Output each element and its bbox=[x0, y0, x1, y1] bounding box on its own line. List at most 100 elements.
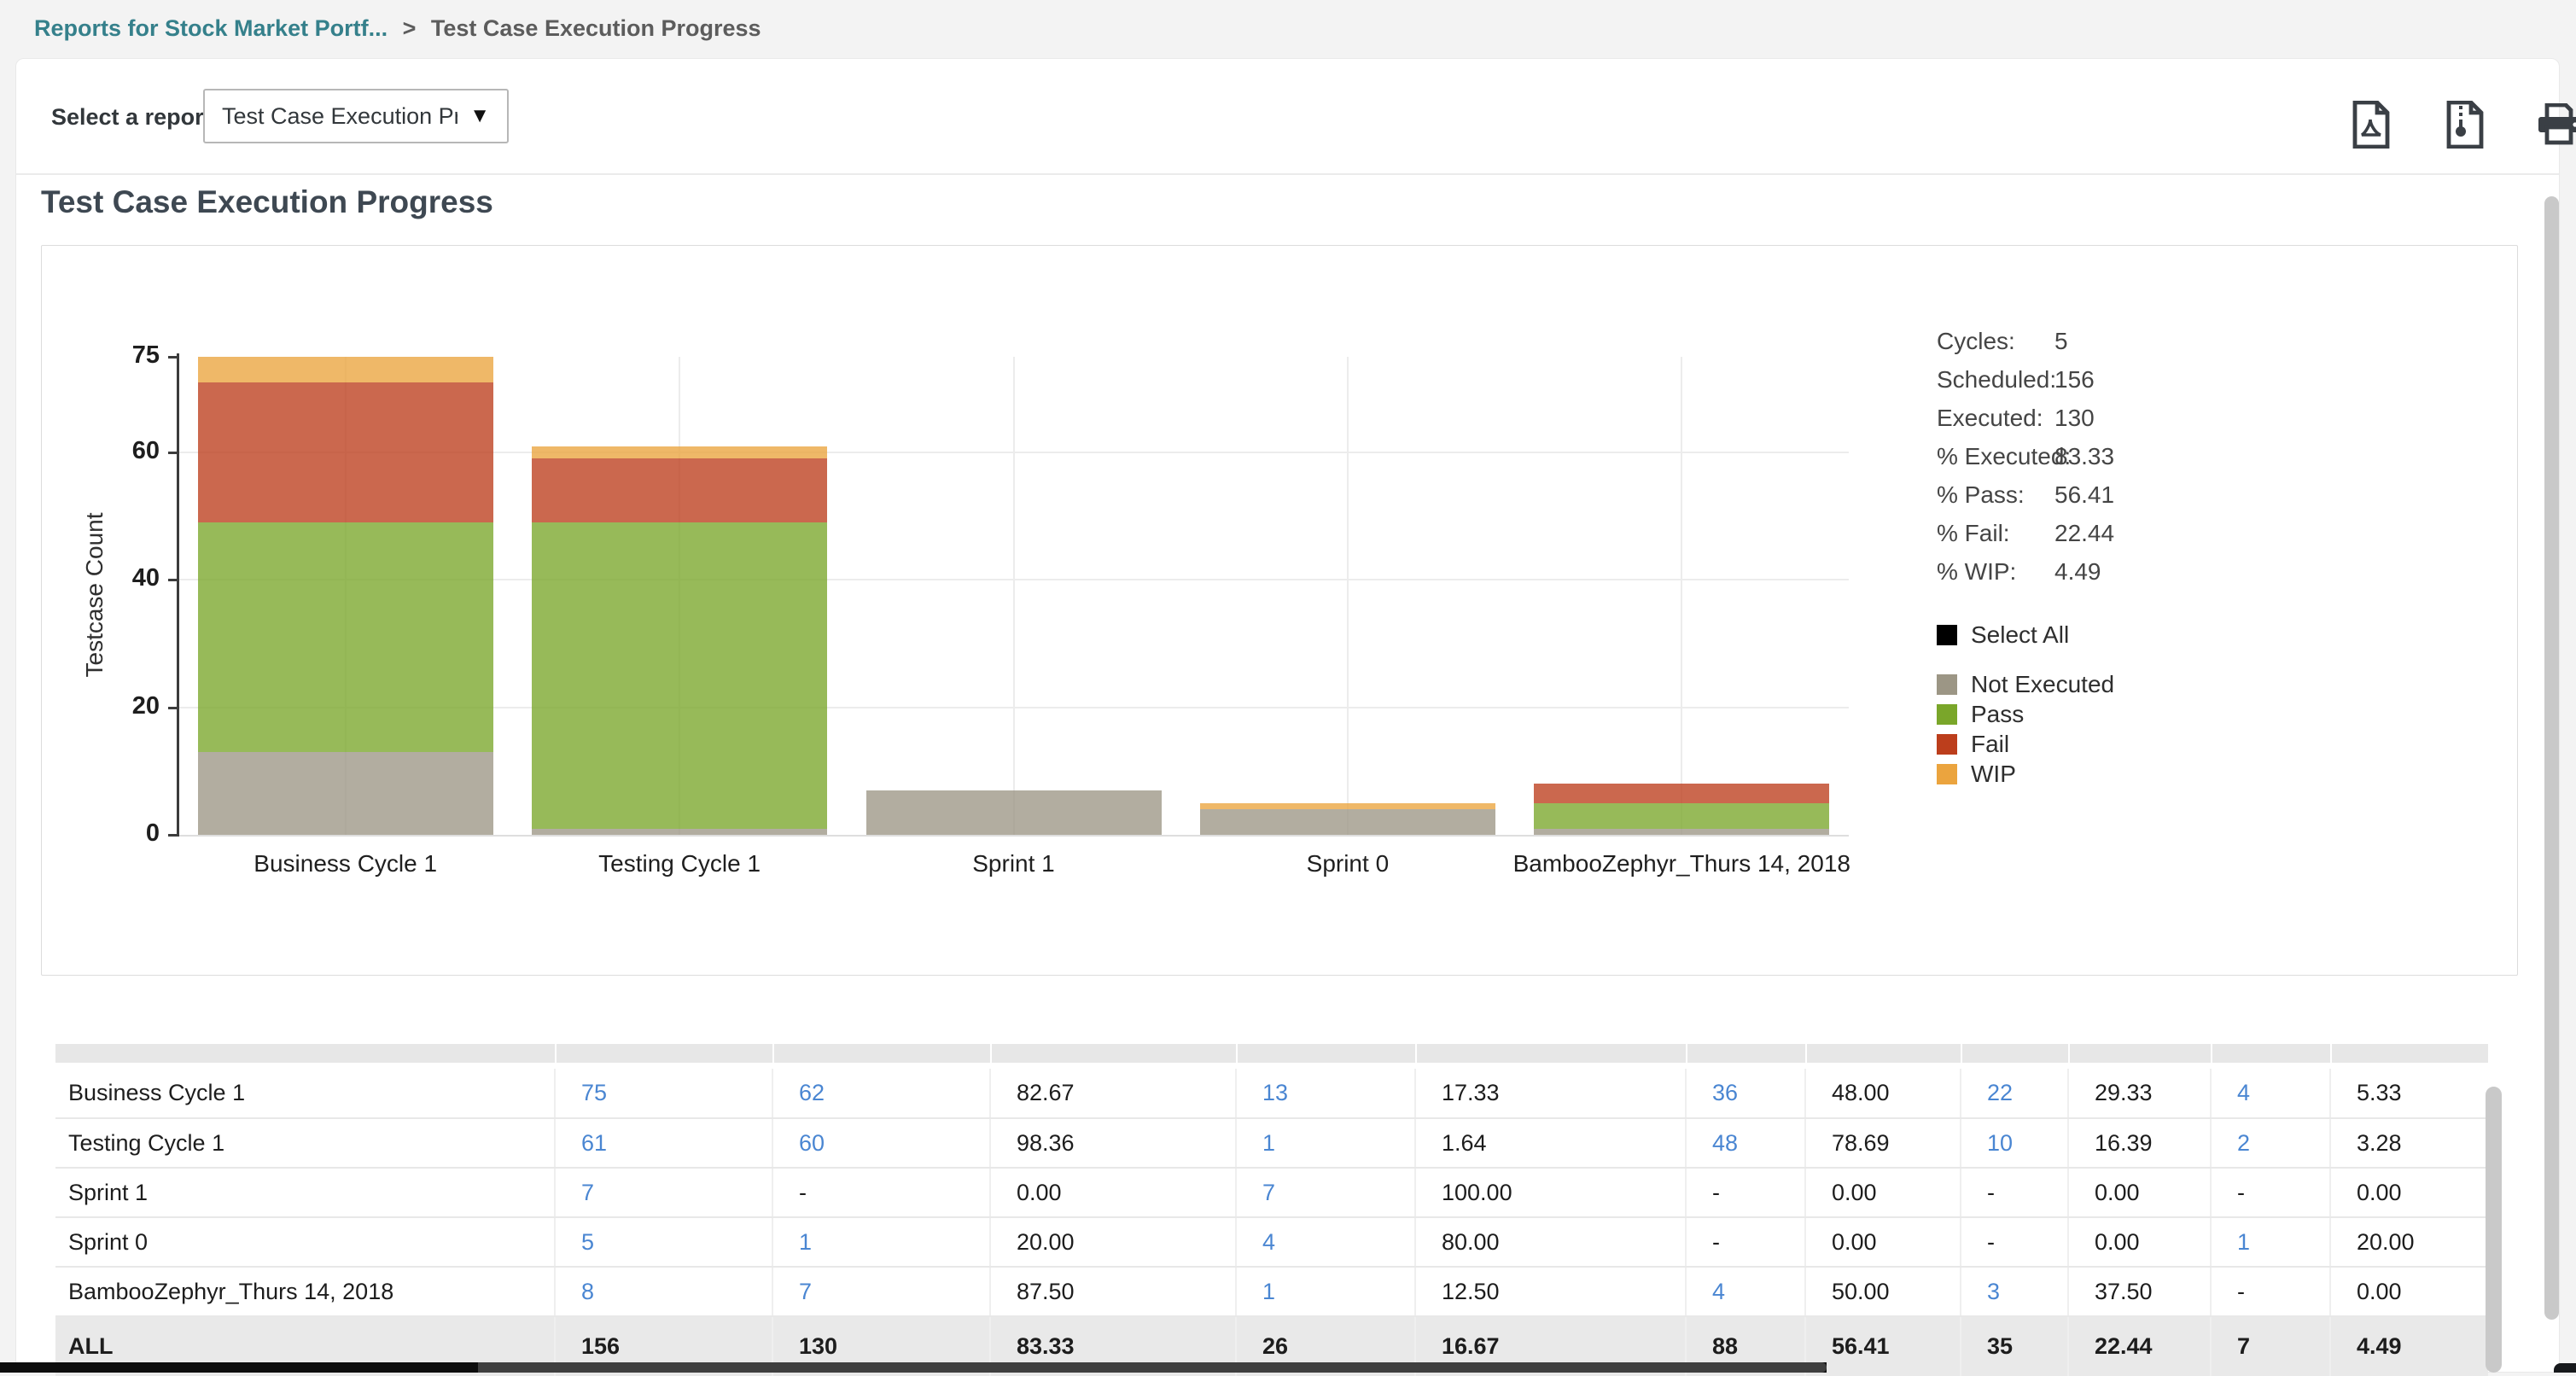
bar-not-executed[interactable] bbox=[1200, 809, 1495, 835]
legend-select-all[interactable]: Select All bbox=[1937, 621, 2114, 649]
count-link[interactable]: 1 bbox=[799, 1229, 812, 1255]
count-link[interactable]: 3 bbox=[1987, 1279, 2000, 1304]
value-cell: 37.50 bbox=[2068, 1267, 2211, 1316]
gridline-v bbox=[1013, 357, 1015, 835]
count-link[interactable]: 7 bbox=[1262, 1180, 1275, 1205]
stat-row: Executed:130 bbox=[1937, 405, 2071, 443]
y-tick-label: 20 bbox=[100, 692, 160, 720]
export-zip-button[interactable] bbox=[2441, 101, 2489, 149]
count-link[interactable]: 4 bbox=[1262, 1229, 1275, 1255]
bar-fail[interactable] bbox=[532, 458, 827, 522]
bar-pass[interactable] bbox=[1534, 803, 1829, 829]
value-cell: 1 bbox=[2211, 1217, 2330, 1267]
count-link[interactable]: 4 bbox=[1712, 1279, 1725, 1304]
count-link[interactable]: 22 bbox=[1987, 1080, 2013, 1105]
table-row: Testing Cycle 1616098.3611.644878.691016… bbox=[55, 1118, 2488, 1168]
bar-not-executed[interactable] bbox=[866, 790, 1162, 835]
table-horizontal-scrollbar[interactable] bbox=[0, 1362, 1827, 1373]
count-link[interactable]: 75 bbox=[581, 1080, 607, 1105]
value-cell: 56.41 bbox=[1805, 1316, 1961, 1376]
select-all-checkbox[interactable] bbox=[1937, 625, 1957, 645]
table-header-cell bbox=[557, 1044, 772, 1063]
stat-label: % Fail: bbox=[1937, 520, 2010, 546]
value-cell: 0.00 bbox=[1805, 1168, 1961, 1217]
count-link[interactable]: 61 bbox=[581, 1130, 607, 1156]
value-cell: 10 bbox=[1961, 1118, 2068, 1168]
value-cell: - bbox=[1686, 1217, 1805, 1267]
y-tick-label: 60 bbox=[100, 437, 160, 465]
bar-wip[interactable] bbox=[1200, 803, 1495, 809]
table-header-cell bbox=[992, 1044, 1236, 1063]
count-link[interactable]: 60 bbox=[799, 1130, 825, 1156]
value-cell: 1 bbox=[1236, 1267, 1415, 1316]
value-cell: 98.36 bbox=[990, 1118, 1236, 1168]
stat-row: % Executed:83.33 bbox=[1937, 443, 2071, 481]
count-link[interactable]: 10 bbox=[1987, 1130, 2013, 1156]
legend-swatch bbox=[1937, 674, 1957, 695]
bar-pass[interactable] bbox=[198, 522, 493, 752]
horizontal-scrollbar-thumb[interactable] bbox=[478, 1362, 1827, 1373]
value-cell: 17.33 bbox=[1415, 1069, 1686, 1118]
report-select-dropdown[interactable]: Test Case Execution Progr... ▼ bbox=[203, 89, 509, 143]
value-cell: 61 bbox=[555, 1118, 772, 1168]
y-tick-label: 0 bbox=[100, 819, 160, 848]
legend-item-not-executed[interactable]: Not Executed bbox=[1937, 669, 2114, 699]
stat-label: Cycles: bbox=[1937, 328, 2015, 354]
gridline-v bbox=[1681, 357, 1682, 835]
legend-swatch bbox=[1937, 704, 1957, 725]
bar-not-executed[interactable] bbox=[1534, 829, 1829, 835]
legend-item-fail[interactable]: Fail bbox=[1937, 729, 2114, 759]
value-cell: 1 bbox=[1236, 1118, 1415, 1168]
table-header-cell bbox=[2332, 1044, 2488, 1063]
legend-label: WIP bbox=[1971, 761, 2016, 788]
value-cell: 0.00 bbox=[990, 1168, 1236, 1217]
bar-not-executed[interactable] bbox=[198, 752, 493, 835]
page-vertical-scrollbar[interactable] bbox=[2544, 196, 2559, 1320]
bar-pass[interactable] bbox=[532, 522, 827, 828]
value-cell: 4 bbox=[1236, 1217, 1415, 1267]
count-link[interactable]: 13 bbox=[1262, 1080, 1288, 1105]
value-cell: 87.50 bbox=[990, 1267, 1236, 1316]
bar-not-executed[interactable] bbox=[532, 829, 827, 835]
bar-wip[interactable] bbox=[532, 446, 827, 459]
count-link[interactable]: 1 bbox=[1262, 1279, 1275, 1304]
count-link[interactable]: 2 bbox=[2237, 1130, 2250, 1156]
bar-wip[interactable] bbox=[198, 357, 493, 382]
value-cell: 60 bbox=[772, 1118, 990, 1168]
export-pdf-button[interactable] bbox=[2347, 101, 2395, 149]
count-link[interactable]: 36 bbox=[1712, 1080, 1738, 1105]
breadcrumb-reports-link[interactable]: Reports for Stock Market Portf... bbox=[34, 15, 388, 41]
count-link[interactable]: 7 bbox=[581, 1180, 594, 1205]
legend-item-wip[interactable]: WIP bbox=[1937, 759, 2114, 789]
y-tick-label: 75 bbox=[100, 341, 160, 370]
value-cell: 22 bbox=[1961, 1069, 2068, 1118]
count-link[interactable]: 48 bbox=[1712, 1130, 1738, 1156]
cycle-name-cell: Business Cycle 1 bbox=[55, 1069, 555, 1118]
bar-fail[interactable] bbox=[1534, 784, 1829, 802]
stat-value: 4.49 bbox=[2054, 558, 2101, 586]
legend-item-pass[interactable]: Pass bbox=[1937, 699, 2114, 729]
bar-fail[interactable] bbox=[198, 382, 493, 522]
value-cell: 36 bbox=[1686, 1069, 1805, 1118]
count-link[interactable]: 7 bbox=[799, 1279, 812, 1304]
value-cell: 78.69 bbox=[1805, 1118, 1961, 1168]
value-cell: 7 bbox=[772, 1267, 990, 1316]
stat-value: 83.33 bbox=[2054, 443, 2114, 470]
count-link[interactable]: 1 bbox=[1262, 1130, 1275, 1156]
value-cell: 7 bbox=[1236, 1168, 1415, 1217]
table-header-cell bbox=[2070, 1044, 2211, 1063]
count-link[interactable]: 62 bbox=[799, 1080, 825, 1105]
count-link[interactable]: 4 bbox=[2237, 1080, 2250, 1105]
count-link[interactable]: 5 bbox=[581, 1229, 594, 1255]
print-button[interactable] bbox=[2535, 101, 2576, 149]
value-cell: 16.39 bbox=[2068, 1118, 2211, 1168]
value-cell: 1.64 bbox=[1415, 1118, 1686, 1168]
count-link[interactable]: 1 bbox=[2237, 1229, 2250, 1255]
value-cell: 4 bbox=[2211, 1069, 2330, 1118]
value-cell: 5 bbox=[555, 1217, 772, 1267]
value-cell: 4 bbox=[1686, 1267, 1805, 1316]
table-vertical-scrollbar[interactable] bbox=[2486, 1087, 2502, 1373]
value-cell: 7 bbox=[2211, 1316, 2330, 1376]
count-link[interactable]: 8 bbox=[581, 1279, 594, 1304]
value-cell: - bbox=[1686, 1168, 1805, 1217]
